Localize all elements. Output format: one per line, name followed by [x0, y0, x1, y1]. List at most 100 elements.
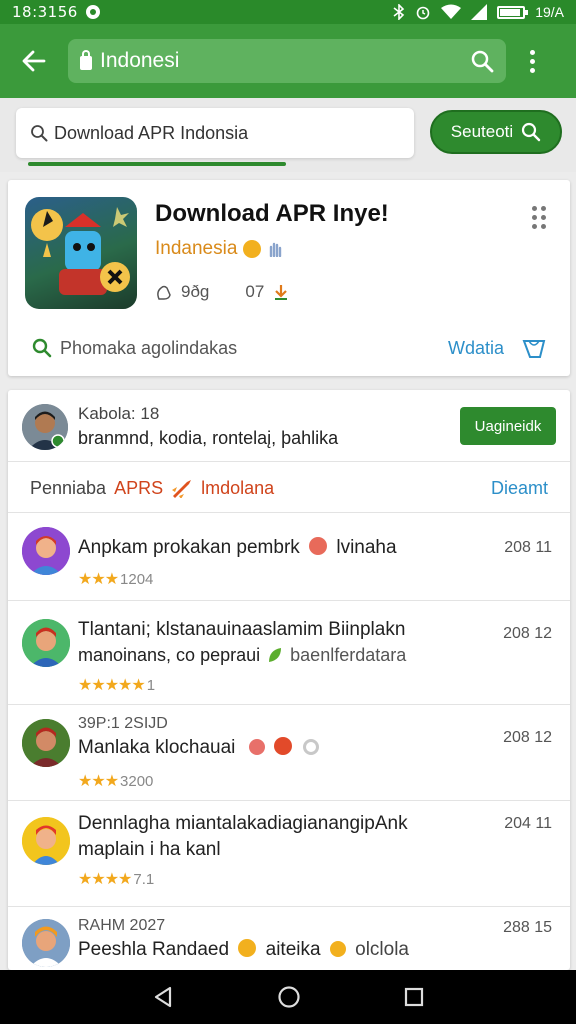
system-nav-bar	[0, 970, 576, 1024]
review-text: Peeshla Randaed aiteika olclola	[78, 939, 409, 961]
avatar	[22, 919, 70, 967]
review-text-main: Anpkam prokakan pembrk	[78, 537, 300, 558]
card-menu-icon[interactable]	[532, 206, 546, 229]
top-search-bar[interactable]: Indonesi	[68, 39, 506, 83]
review-text-1: Dennlagha miantalakadiagianangipAnk	[78, 813, 408, 834]
user-subtitle: branmnd, kodia, rontelaį, þahlika	[78, 428, 339, 448]
signal-icon	[471, 4, 488, 20]
back-button[interactable]	[14, 41, 54, 81]
top-search-text: Indonesi	[100, 49, 180, 72]
app-card-footer-text: Phomaka agolindakas	[60, 337, 238, 358]
review-rating-text: 1204	[120, 570, 154, 588]
search-query: Download APR Indonsia	[54, 122, 249, 143]
avatar	[22, 527, 70, 575]
alarm-icon	[416, 6, 430, 20]
review-date: 208 12	[503, 625, 552, 642]
review-text-2-main: manoinans, co pepraui	[78, 645, 261, 665]
review-text-tail: aiteika	[265, 939, 321, 960]
review-text-2: maplain i ha kanl	[78, 839, 221, 860]
section-header: Penniaba APRS lmdolana Dieamt	[8, 466, 570, 510]
review-date: 288 15	[503, 919, 552, 936]
review-item[interactable]: Anpkam prokakan pembrk lvinaha 208 11 ★★…	[8, 512, 570, 600]
leaf-icon	[269, 648, 282, 662]
rating-icon	[157, 285, 171, 300]
review-text-tail: lvinaha	[336, 537, 397, 558]
review-item[interactable]: 39P:1 2SIJD Manlaka klochauai 208 12 ★★★…	[8, 704, 570, 800]
lock-icon	[80, 50, 92, 70]
review-rating: ★★★ 1204	[78, 569, 153, 589]
nav-recents-icon[interactable]	[404, 987, 424, 1007]
bluetooth-icon	[393, 4, 405, 20]
download-icon	[275, 285, 288, 300]
notification-icon	[85, 5, 100, 19]
battery-icon	[497, 5, 529, 19]
hand-icon	[270, 242, 282, 257]
app-card[interactable]: Download APR Inye! Indanesia 9ðg 07 Phom…	[8, 180, 570, 376]
search-button[interactable]: Seuteoti	[430, 110, 562, 154]
review-rating-text: 7.1	[133, 870, 155, 888]
section-subtitle: lmdolana	[201, 477, 275, 498]
status-time: 18:3156	[12, 3, 78, 21]
avatar	[22, 719, 70, 767]
tag-icon[interactable]	[522, 337, 546, 359]
app-meta-1: 9ðg	[181, 282, 210, 301]
review-rating-text: 1	[146, 676, 156, 694]
search-icon	[522, 122, 541, 142]
avatar	[22, 404, 68, 450]
review-rating: ★★★ 3200	[78, 771, 153, 791]
emoji-icon	[329, 941, 346, 957]
nav-home-icon[interactable]	[277, 985, 301, 1009]
user-action-button[interactable]: Uagineidk	[460, 407, 556, 445]
user-row[interactable]: Kabola: 18 branmnd, kodia, rontelaį, þah…	[8, 390, 570, 462]
app-meta: 9ðg 07	[155, 282, 290, 302]
review-item[interactable]: RAHM 2027 Peeshla Randaed aiteika olclol…	[8, 906, 570, 970]
review-rating-text: 3200	[120, 772, 154, 790]
review-item[interactable]: Tlantani; klstanauinaaslamim Biinplakn m…	[8, 600, 570, 704]
app-meta-2: 07	[245, 282, 265, 301]
review-text-2-tail: baenlferdatara	[290, 645, 407, 665]
app-card-footer: Phomaka agolindakas Wdatia	[8, 330, 570, 366]
rocket-icon	[172, 480, 192, 498]
review-date: 204 11	[504, 815, 552, 832]
review-date: 208 11	[504, 539, 552, 556]
status-icons: 19/A	[393, 4, 564, 20]
nav-back-icon[interactable]	[152, 986, 174, 1008]
app-title: Download APR Inye!	[155, 200, 389, 227]
section-more-link[interactable]: Dieamt	[491, 478, 548, 499]
star-icons: ★★★	[78, 773, 119, 790]
wifi-icon	[441, 4, 462, 19]
search-icon[interactable]	[470, 49, 494, 73]
review-rating: ★★★★★ 1	[78, 675, 155, 695]
more-vert-icon[interactable]	[520, 41, 544, 81]
emoji-icon	[238, 939, 257, 957]
section-highlight: APRS	[114, 477, 164, 498]
emoji-icon	[248, 739, 265, 755]
review-text-1: Tlantani; klstanauinaaslamim Biinplakn	[78, 619, 406, 640]
review-meta: 39P:1 2SIJD	[78, 715, 168, 732]
user-name: Kabola: 18	[78, 404, 160, 423]
app-artwork	[31, 207, 130, 295]
emoji-icon	[303, 739, 320, 755]
section-label: Penniaba	[30, 477, 107, 498]
search-input[interactable]: Download APR Indonsia	[16, 108, 414, 158]
star-icons: ★★★★	[78, 871, 132, 888]
app-card-link[interactable]: Wdatia	[448, 338, 504, 359]
review-text: Manlaka klochauai	[78, 737, 320, 759]
review-text-main: Peeshla Randaed	[78, 939, 230, 960]
search-row: Download APR Indonsia Seuteoti	[0, 98, 576, 172]
emoji-icon	[309, 537, 328, 555]
star-icons: ★★★★★	[78, 677, 146, 694]
app-bar: Indonesi	[0, 24, 576, 98]
review-text-main: Manlaka klochauai	[78, 737, 236, 758]
battery-text: 19/A	[535, 4, 564, 20]
review-text-tail-2: olclola	[355, 939, 409, 960]
star-icons: ★★★	[78, 571, 119, 588]
status-bar: 18:3156 19/A	[0, 0, 576, 24]
app-developer[interactable]: Indanesia	[155, 238, 283, 260]
review-date: 208 12	[503, 729, 552, 746]
app-icon[interactable]	[25, 197, 137, 309]
emoji-icon	[273, 737, 292, 755]
review-rating: ★★★★ 7.1	[78, 869, 154, 889]
search-icon	[32, 338, 52, 358]
review-item[interactable]: Dennlagha miantalakadiagianangipAnk mapl…	[8, 800, 570, 906]
